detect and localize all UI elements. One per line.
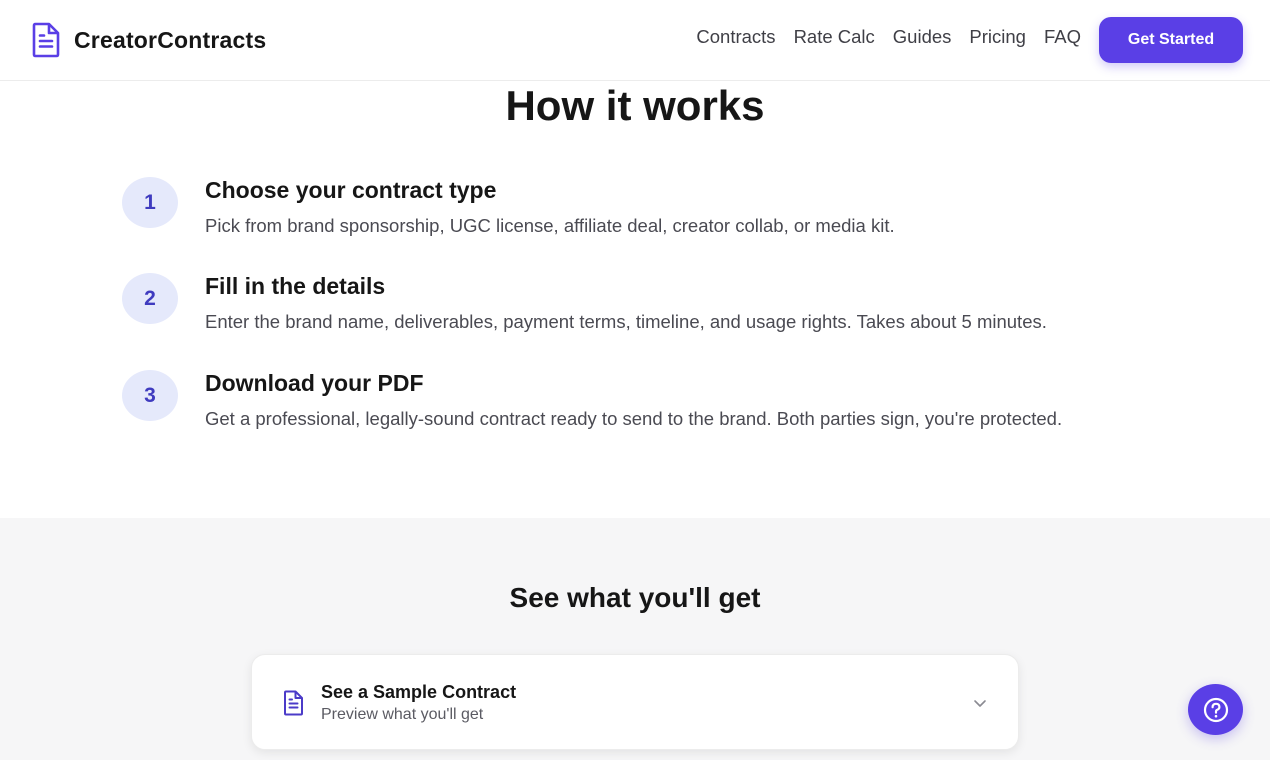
- preview-section: See what you'll get See a Sample Contrac…: [0, 518, 1270, 760]
- step-item: 2 Fill in the details Enter the brand na…: [122, 273, 1162, 343]
- sample-contract-subtitle: Preview what you'll get: [321, 706, 484, 723]
- step-item: 1 Choose your contract type Pick from br…: [122, 177, 1162, 247]
- document-icon: [32, 22, 60, 58]
- step-title: Download your PDF: [205, 370, 424, 396]
- brand-logo[interactable]: CreatorContracts: [30, 22, 266, 58]
- nav-link-contracts[interactable]: Contracts: [696, 26, 775, 48]
- sample-contract-accordion[interactable]: See a Sample Contract Preview what you'l…: [251, 654, 1019, 750]
- nav-link-rate-calc[interactable]: Rate Calc: [794, 26, 875, 48]
- help-button[interactable]: [1188, 684, 1243, 735]
- document-icon: [284, 690, 303, 716]
- how-it-works-title: How it works: [505, 82, 765, 129]
- nav-link-pricing[interactable]: Pricing: [969, 26, 1026, 48]
- nav-link-guides[interactable]: Guides: [893, 26, 952, 48]
- chevron-down-icon[interactable]: [972, 695, 988, 711]
- step-number: 1: [122, 177, 178, 228]
- sample-contract-title: See a Sample Contract: [321, 682, 517, 702]
- preview-section-title: See what you'll get: [509, 582, 761, 613]
- step-item: 3 Download your PDF Get a professional, …: [122, 370, 1162, 440]
- brand-name: CreatorContracts: [74, 26, 267, 53]
- step-title: Fill in the details: [205, 273, 386, 299]
- step-description: Get a professional, legally-sound contra…: [205, 408, 1063, 429]
- step-description: Pick from brand sponsorship, UGC license…: [205, 215, 895, 236]
- step-number: 2: [122, 273, 178, 324]
- top-nav: CreatorContracts Contracts Rate Calc Gui…: [0, 0, 1270, 81]
- get-started-button[interactable]: Get Started: [1099, 17, 1243, 63]
- nav-links: Contracts Rate Calc Guides Pricing FAQ: [696, 26, 1081, 48]
- step-title: Choose your contract type: [205, 177, 497, 203]
- step-description: Enter the brand name, deliverables, paym…: [205, 311, 1047, 332]
- nav-link-faq[interactable]: FAQ: [1044, 26, 1081, 48]
- step-number: 3: [122, 370, 178, 421]
- help-circle-icon: [1203, 697, 1228, 722]
